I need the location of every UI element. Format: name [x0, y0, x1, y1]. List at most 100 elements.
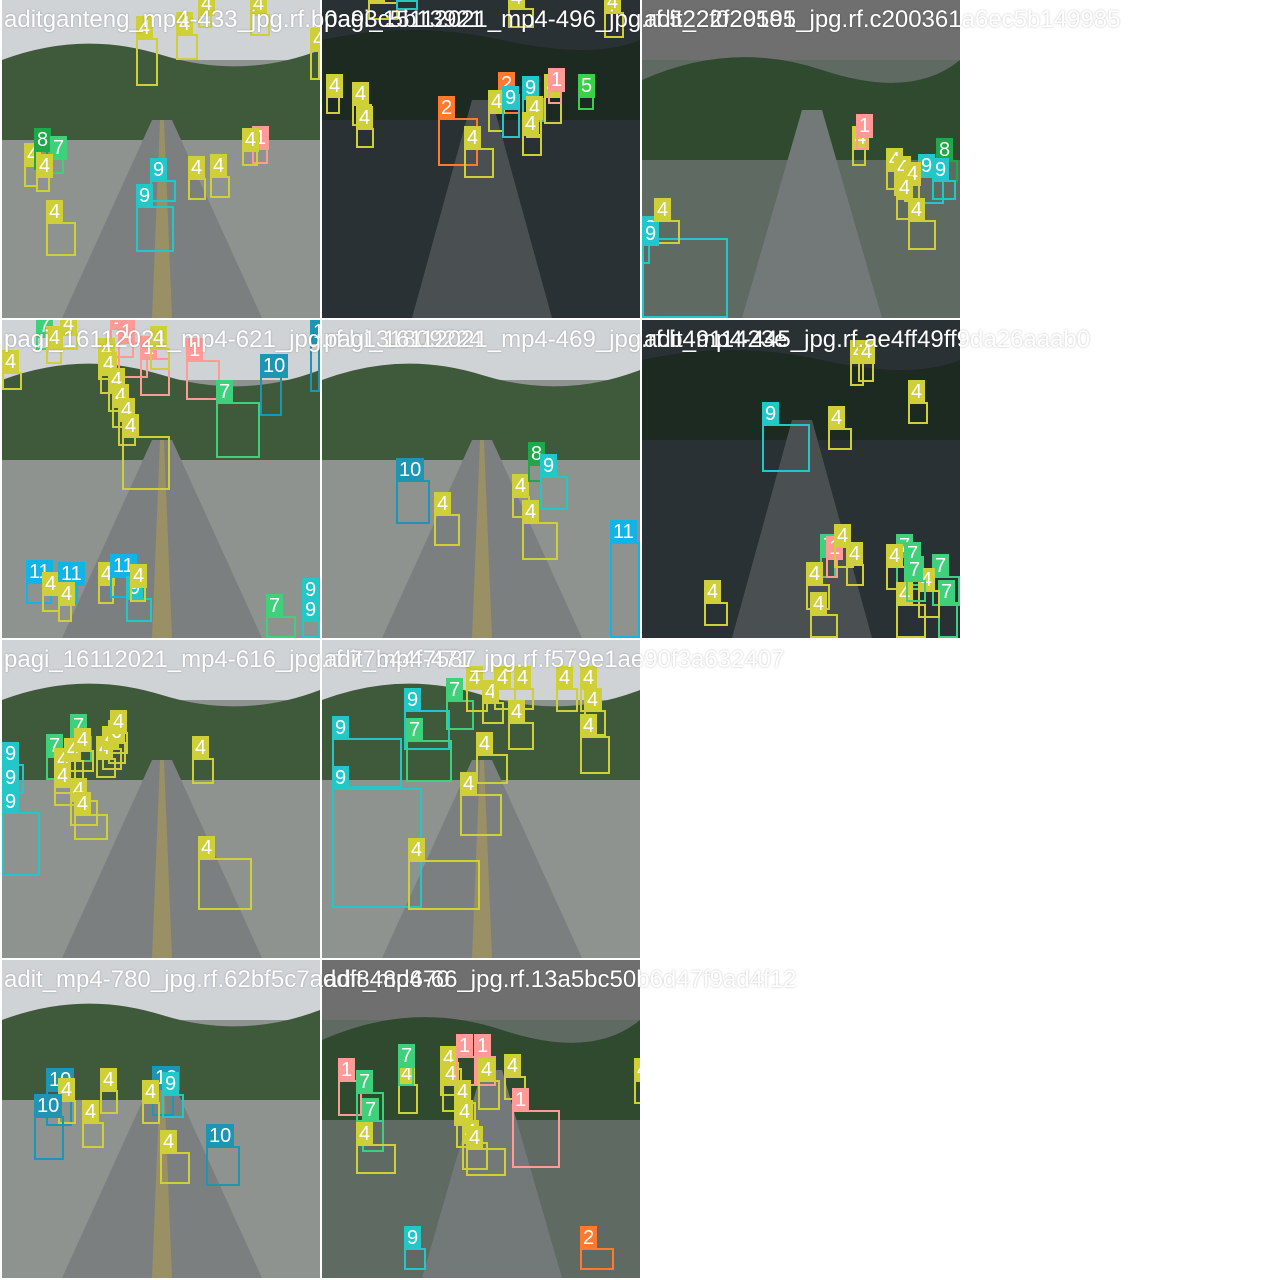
detection-box: 4 — [100, 1068, 118, 1114]
class-label: 4 — [508, 700, 526, 724]
class-label: 4 — [896, 176, 914, 200]
tile-2: 494444422449944451 — [322, 0, 640, 318]
class-label: 4 — [54, 764, 72, 788]
class-label: 7 — [406, 718, 424, 742]
class-label: 4 — [464, 126, 482, 150]
detection-box: 4 — [556, 666, 578, 712]
class-label: 4 — [82, 1100, 100, 1124]
class-label: 4 — [514, 666, 532, 690]
class-label: 4 — [908, 380, 926, 404]
detection-box: 9 — [642, 222, 660, 264]
class-label: 4 — [356, 106, 374, 130]
class-label: 4 — [704, 580, 722, 604]
class-label: 4 — [408, 838, 426, 862]
detection-box: 4 — [36, 154, 54, 192]
detection-box: 4 — [434, 492, 460, 546]
detection-box: 9 — [396, 0, 418, 10]
class-label: 7 — [906, 558, 924, 582]
class-label: 4 — [42, 572, 60, 596]
class-label: 1 — [548, 68, 566, 92]
class-label: 4 — [828, 406, 846, 430]
tile-4: 4744111414444441071011411441194979 — [2, 320, 320, 638]
class-label: 9 — [540, 454, 558, 478]
detection-box: 7 — [266, 594, 296, 638]
detection-box: 9 — [642, 216, 728, 318]
class-label: 9 — [332, 766, 350, 790]
detection-box: 4 — [58, 582, 76, 622]
class-label: 7 — [216, 380, 234, 404]
class-label: 9 — [2, 790, 20, 814]
detection-box: 4 — [160, 1130, 190, 1184]
class-label: 4 — [310, 28, 320, 52]
class-label: 4 — [122, 414, 140, 438]
detection-box: 7 — [216, 380, 260, 458]
detection-box: 4 — [142, 1080, 160, 1124]
class-label: 4 — [858, 340, 876, 364]
class-label: 9 — [404, 688, 422, 712]
class-label: 4 — [508, 0, 526, 10]
detection-box: 4 — [82, 1100, 104, 1148]
class-label: 4 — [100, 1068, 118, 1092]
detection-box: 9 — [2, 790, 40, 876]
detection-box: 4 — [60, 320, 78, 350]
detection-box: 10 — [206, 1124, 240, 1186]
class-label: 9 — [404, 1226, 422, 1250]
class-label: 1 — [856, 114, 874, 138]
class-label: 4 — [110, 710, 128, 734]
detection-box: 4 — [478, 1058, 500, 1110]
class-label: 10 — [310, 320, 320, 344]
detection-box: 4 — [408, 838, 480, 910]
tile-10: 17747441144441444924 — [322, 960, 640, 1278]
detection-box: 4 — [150, 326, 170, 370]
class-label: 9 — [136, 184, 154, 208]
class-label: 1 — [512, 1088, 530, 1112]
detection-box: 4 — [846, 542, 864, 586]
class-label: 1 — [118, 320, 136, 344]
detection-box: 7 — [406, 718, 452, 782]
class-label: 4 — [192, 736, 210, 760]
detection-box: 4 — [176, 12, 198, 60]
detection-box: 10 — [260, 354, 289, 416]
detection-box: 9 — [404, 1226, 426, 1270]
class-label: 4 — [460, 772, 478, 796]
class-label: 4 — [846, 542, 864, 566]
detection-box: 4 — [210, 154, 230, 198]
detection-box: 4 — [580, 714, 610, 774]
detection-box: 4 — [242, 128, 260, 166]
detection-box: 4 — [476, 732, 508, 784]
class-label: 4 — [806, 562, 824, 586]
detection-box: 4 — [896, 582, 926, 638]
class-label: 4 — [908, 198, 926, 222]
class-label: 4 — [584, 688, 602, 712]
detection-box: 7 — [398, 1044, 416, 1086]
detection-box: 1 — [186, 338, 220, 400]
detection-box: 4 — [74, 792, 108, 840]
class-label: 9 — [150, 158, 168, 182]
detection-box: 4 — [192, 736, 214, 784]
detection-box: 10 — [396, 458, 430, 524]
class-label: 2 — [580, 1226, 598, 1250]
detection-box: 5 — [578, 74, 596, 110]
class-label: 7 — [446, 678, 464, 702]
detection-box: 4 — [852, 126, 870, 166]
detection-box: 4 — [130, 564, 148, 602]
class-label: 4 — [188, 156, 206, 180]
class-label: 4 — [352, 82, 370, 106]
detection-box: 9 — [502, 86, 520, 138]
camera-frame — [2, 640, 320, 958]
class-label: 4 — [136, 16, 154, 40]
detection-box: 4 — [908, 380, 928, 424]
class-label: 4 — [74, 792, 92, 816]
class-label: 9 — [302, 598, 320, 622]
detection-box: 4 — [2, 350, 22, 390]
class-label: 9 — [2, 766, 20, 790]
class-label: 7 — [266, 594, 284, 618]
class-label: 4 — [150, 326, 168, 350]
class-label: 10 — [396, 458, 425, 482]
class-label: 4 — [242, 128, 260, 152]
detection-box: 4 — [828, 406, 852, 450]
class-label: 4 — [654, 198, 672, 222]
class-label: 4 — [198, 836, 216, 860]
class-label: 9 — [932, 158, 950, 182]
class-label: 4 — [36, 154, 54, 178]
